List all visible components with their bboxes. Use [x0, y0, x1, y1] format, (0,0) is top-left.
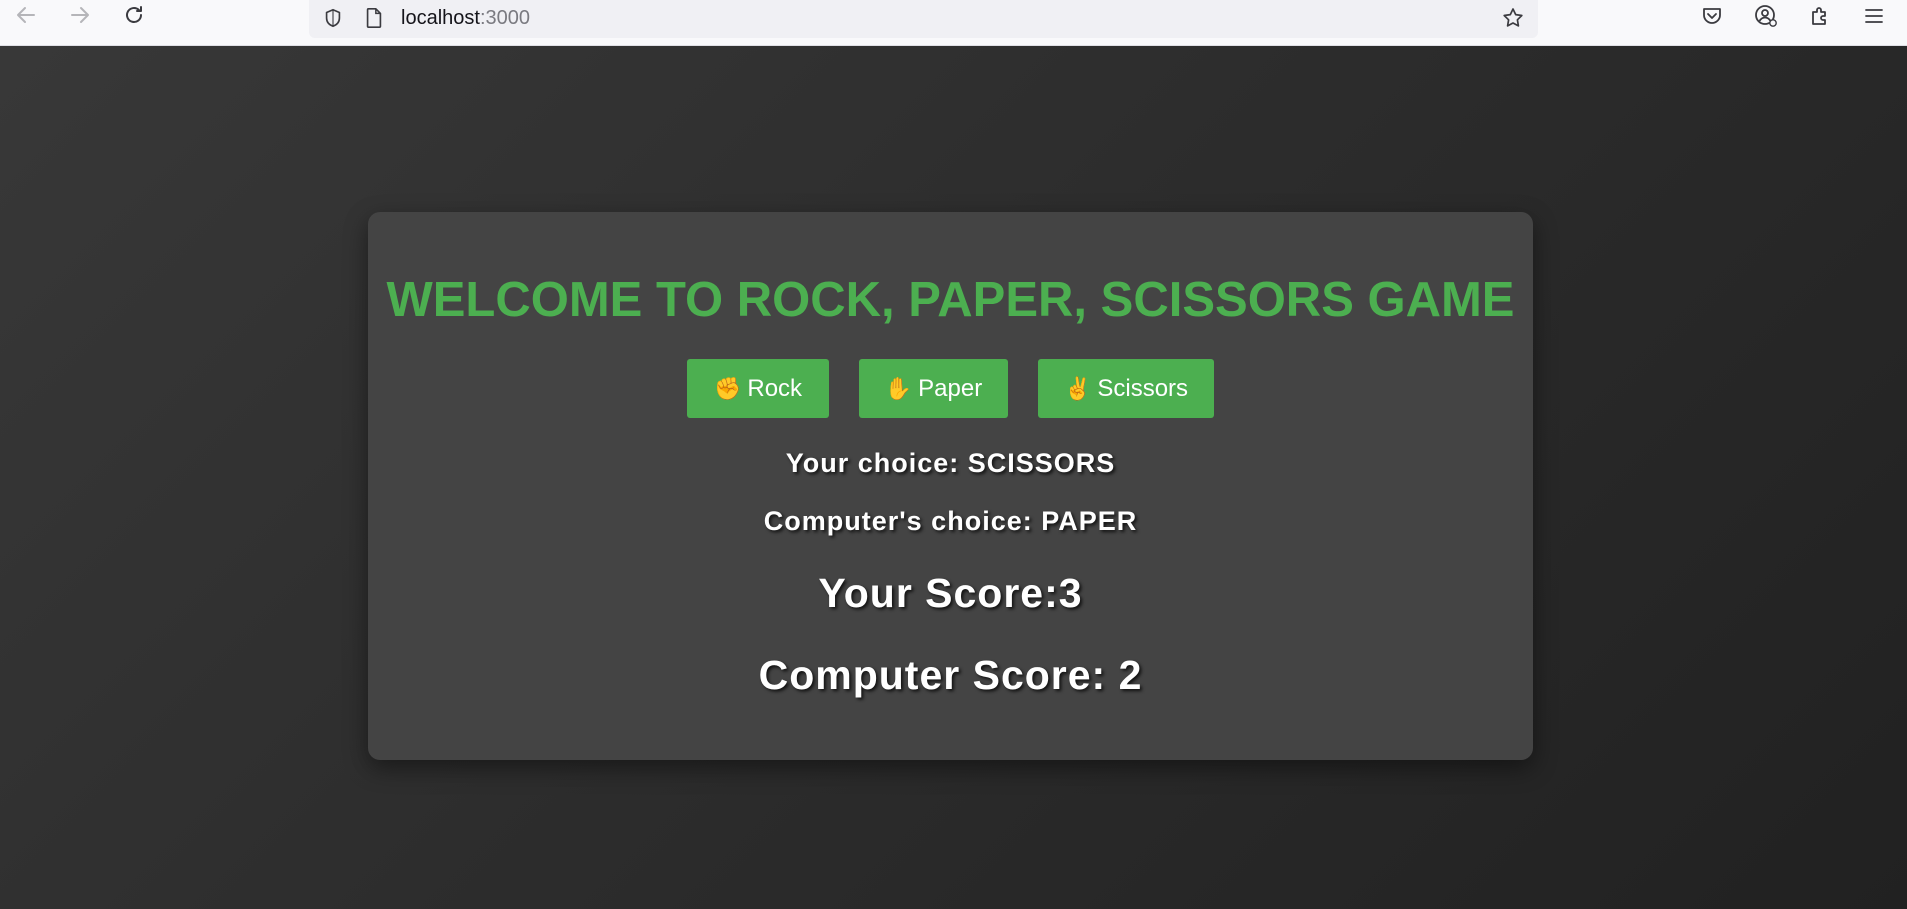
game-title: WELCOME TO ROCK, PAPER, SCISSORS GAME: [386, 273, 1515, 327]
rock-button[interactable]: ✊ Rock: [687, 359, 829, 418]
scissors-hand-icon: ✌: [1063, 375, 1092, 401]
bookmark-button[interactable]: [1498, 3, 1528, 33]
address-bar[interactable]: localhost:3000: [309, 0, 1538, 38]
account-button[interactable]: [1748, 0, 1784, 32]
account-icon: [1755, 5, 1777, 27]
back-arrow-icon: [17, 7, 35, 23]
rock-button-label: Rock: [747, 374, 803, 402]
hand-icon: ✋: [884, 375, 913, 401]
forward-arrow-icon: [71, 7, 89, 23]
extensions-button[interactable]: [1802, 0, 1838, 32]
scissors-button-label: Scissors: [1097, 374, 1189, 402]
url-host: localhost: [401, 7, 480, 29]
game-card: WELCOME TO ROCK, PAPER, SCISSORS GAME ✊ …: [368, 212, 1533, 760]
browser-toolbar: localhost:3000: [0, 0, 1907, 46]
pocket-button[interactable]: [1694, 0, 1730, 32]
url-port: :3000: [479, 7, 530, 29]
shield-icon: [325, 8, 341, 28]
paper-button-label: Paper: [918, 374, 983, 402]
computer-choice-text: Computer's choice: PAPER: [763, 506, 1138, 536]
page-viewport: WELCOME TO ROCK, PAPER, SCISSORS GAME ✊ …: [0, 46, 1907, 909]
url-text[interactable]: localhost:3000: [401, 5, 530, 31]
back-button[interactable]: [6, 0, 46, 30]
your-score-text: Your Score:3: [818, 570, 1083, 616]
forward-button[interactable]: [60, 0, 100, 30]
computer-score-text: Computer Score: 2: [758, 652, 1143, 698]
fist-icon: ✊: [713, 375, 742, 401]
hamburger-menu-icon: [1865, 9, 1883, 23]
scissors-button[interactable]: ✌ Scissors: [1038, 359, 1214, 418]
star-icon: [1503, 8, 1523, 27]
reload-button[interactable]: [114, 0, 154, 30]
puzzle-icon: [1812, 7, 1826, 25]
page-icon: [366, 8, 382, 28]
paper-button[interactable]: ✋ Paper: [859, 359, 1008, 418]
reload-icon: [126, 6, 142, 23]
menu-button[interactable]: [1856, 0, 1892, 32]
tracking-protection-button[interactable]: [319, 4, 347, 32]
page-info-button[interactable]: [360, 4, 388, 32]
your-choice-text: Your choice: SCISSORS: [785, 448, 1116, 478]
pocket-icon: [1703, 8, 1721, 24]
